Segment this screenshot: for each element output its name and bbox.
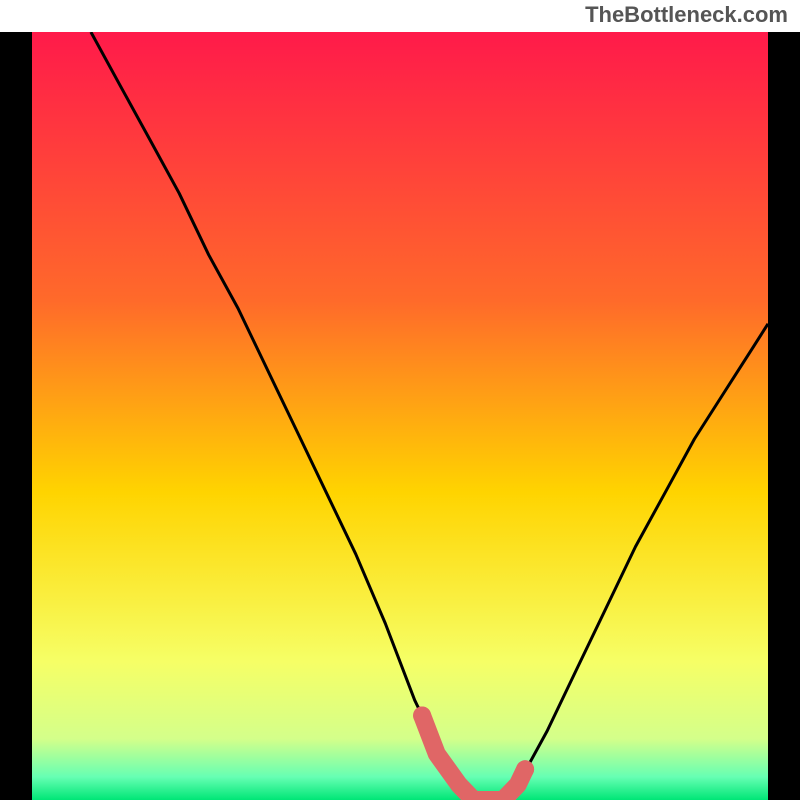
frame-right	[768, 32, 800, 800]
chart-svg	[0, 32, 800, 800]
optimal-zone-endpoint	[413, 707, 431, 725]
optimal-zone-endpoint	[516, 760, 534, 778]
watermark-label: TheBottleneck.com	[585, 2, 788, 28]
bottleneck-chart	[0, 32, 800, 800]
gradient-background	[32, 32, 768, 800]
frame-left	[0, 32, 32, 800]
